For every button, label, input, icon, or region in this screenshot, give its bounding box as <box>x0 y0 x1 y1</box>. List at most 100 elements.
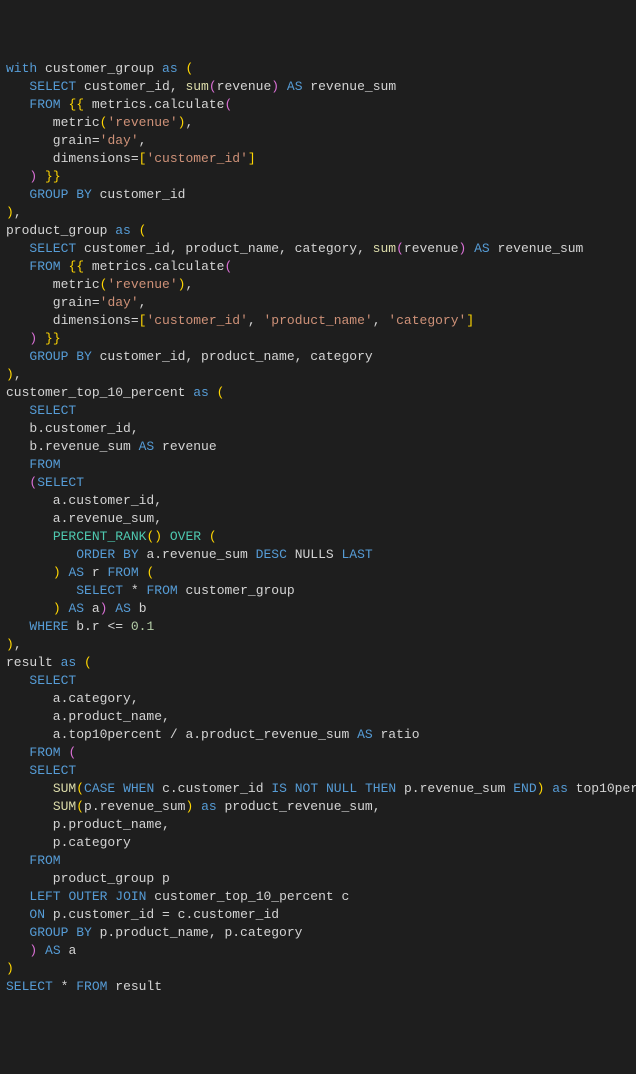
token-str: 'day' <box>100 133 139 148</box>
token-pn: ( <box>185 61 193 76</box>
code-line: FROM {{ metrics.calculate( <box>6 258 630 276</box>
code-line: GROUP BY customer_id <box>6 186 630 204</box>
token-id: a.revenue_sum <box>139 547 256 562</box>
code-line: b.customer_id, <box>6 420 630 438</box>
token-kw: FROM <box>29 259 60 274</box>
code-line: SELECT * FROM customer_group <box>6 582 630 600</box>
token-id <box>6 601 53 616</box>
token-kw: AS <box>45 943 61 958</box>
sql-code-block: with customer_group as ( SELECT customer… <box>6 60 630 996</box>
token-fn: sum <box>373 241 396 256</box>
token-kw: ON <box>29 907 45 922</box>
token-kw: OUTER <box>68 889 107 904</box>
token-id: a <box>84 601 100 616</box>
token-id: a.product_name, <box>6 709 170 724</box>
code-line: (SELECT <box>6 474 630 492</box>
token-op: = <box>162 907 170 922</box>
token-id <box>6 583 76 598</box>
code-line: ), <box>6 204 630 222</box>
token-str: 'revenue' <box>107 115 177 130</box>
token-id <box>6 79 29 94</box>
token-pn: {{ <box>68 97 84 112</box>
token-id <box>131 223 139 238</box>
token-id: , <box>248 313 264 328</box>
token-pn: ( <box>76 781 84 796</box>
token-pn2: ( <box>68 745 76 760</box>
token-id: p.revenue_sum <box>84 799 185 814</box>
code-line: SUM(p.revenue_sum) as product_revenue_su… <box>6 798 630 816</box>
token-pn: ( <box>217 385 225 400</box>
token-kw: LEFT <box>29 889 60 904</box>
token-kw: AS <box>357 727 373 742</box>
token-id <box>6 457 29 472</box>
token-id <box>287 781 295 796</box>
token-kw: SELECT <box>76 583 123 598</box>
token-pn: ) <box>53 601 61 616</box>
token-pn: () <box>146 529 162 544</box>
token-id: a.category, <box>6 691 139 706</box>
token-pn: }} <box>45 169 61 184</box>
code-line: metric('revenue'), <box>6 276 630 294</box>
token-num: 0.1 <box>131 619 154 634</box>
code-line: product_group p <box>6 870 630 888</box>
token-id: p.product_name, <box>6 817 170 832</box>
code-line: ) AS a) AS b <box>6 600 630 618</box>
token-id <box>6 241 29 256</box>
token-kw: JOIN <box>115 889 146 904</box>
token-id <box>123 619 131 634</box>
token-id <box>37 169 45 184</box>
code-line: ) AS a <box>6 942 630 960</box>
token-pn: {{ <box>68 259 84 274</box>
token-id <box>6 403 29 418</box>
token-kw: FROM <box>29 853 60 868</box>
token-kw: FROM <box>107 565 138 580</box>
token-id: r <box>84 565 107 580</box>
token-kw: GROUP BY <box>29 349 91 364</box>
token-id <box>6 763 29 778</box>
code-line: ) }} <box>6 168 630 186</box>
token-kw: as <box>193 385 209 400</box>
token-id <box>6 781 53 796</box>
token-id <box>6 349 29 364</box>
code-line: ), <box>6 366 630 384</box>
token-id: product_group <box>6 223 115 238</box>
token-id: revenue_sum <box>490 241 584 256</box>
token-id <box>6 745 29 760</box>
token-kw: AS <box>139 439 155 454</box>
token-pn: ) <box>6 205 14 220</box>
token-id: dimensions <box>6 313 131 328</box>
token-id <box>6 943 29 958</box>
code-line: dimensions=['customer_id', 'product_name… <box>6 312 630 330</box>
token-kw: FROM <box>146 583 177 598</box>
token-kw: SELECT <box>29 673 76 688</box>
code-line: FROM ( <box>6 744 630 762</box>
token-kw: AS <box>287 79 303 94</box>
token-id <box>193 799 201 814</box>
code-line: SELECT * FROM result <box>6 978 630 996</box>
token-id <box>6 619 29 634</box>
code-line: a.category, <box>6 690 630 708</box>
token-kw: THEN <box>365 781 396 796</box>
token-id: , <box>14 367 22 382</box>
token-kw: SELECT <box>37 475 84 490</box>
token-op: = <box>131 151 139 166</box>
code-line: FROM {{ metrics.calculate( <box>6 96 630 114</box>
token-id: NULLS <box>287 547 342 562</box>
token-id <box>6 853 29 868</box>
token-str: 'day' <box>100 295 139 310</box>
code-line: p.product_name, <box>6 816 630 834</box>
token-id: a.revenue_sum, <box>6 511 162 526</box>
token-id: grain <box>6 133 92 148</box>
token-kw: ORDER BY <box>76 547 138 562</box>
token-pn2: ) <box>271 79 279 94</box>
token-id: revenue <box>404 241 459 256</box>
token-id <box>162 529 170 544</box>
code-line: SELECT <box>6 402 630 420</box>
token-pn: }} <box>45 331 61 346</box>
token-id: result <box>6 655 61 670</box>
token-id: ratio <box>373 727 420 742</box>
code-line: FROM <box>6 852 630 870</box>
code-line: ) }} <box>6 330 630 348</box>
token-kw: SELECT <box>29 763 76 778</box>
token-kw: WHERE <box>29 619 68 634</box>
